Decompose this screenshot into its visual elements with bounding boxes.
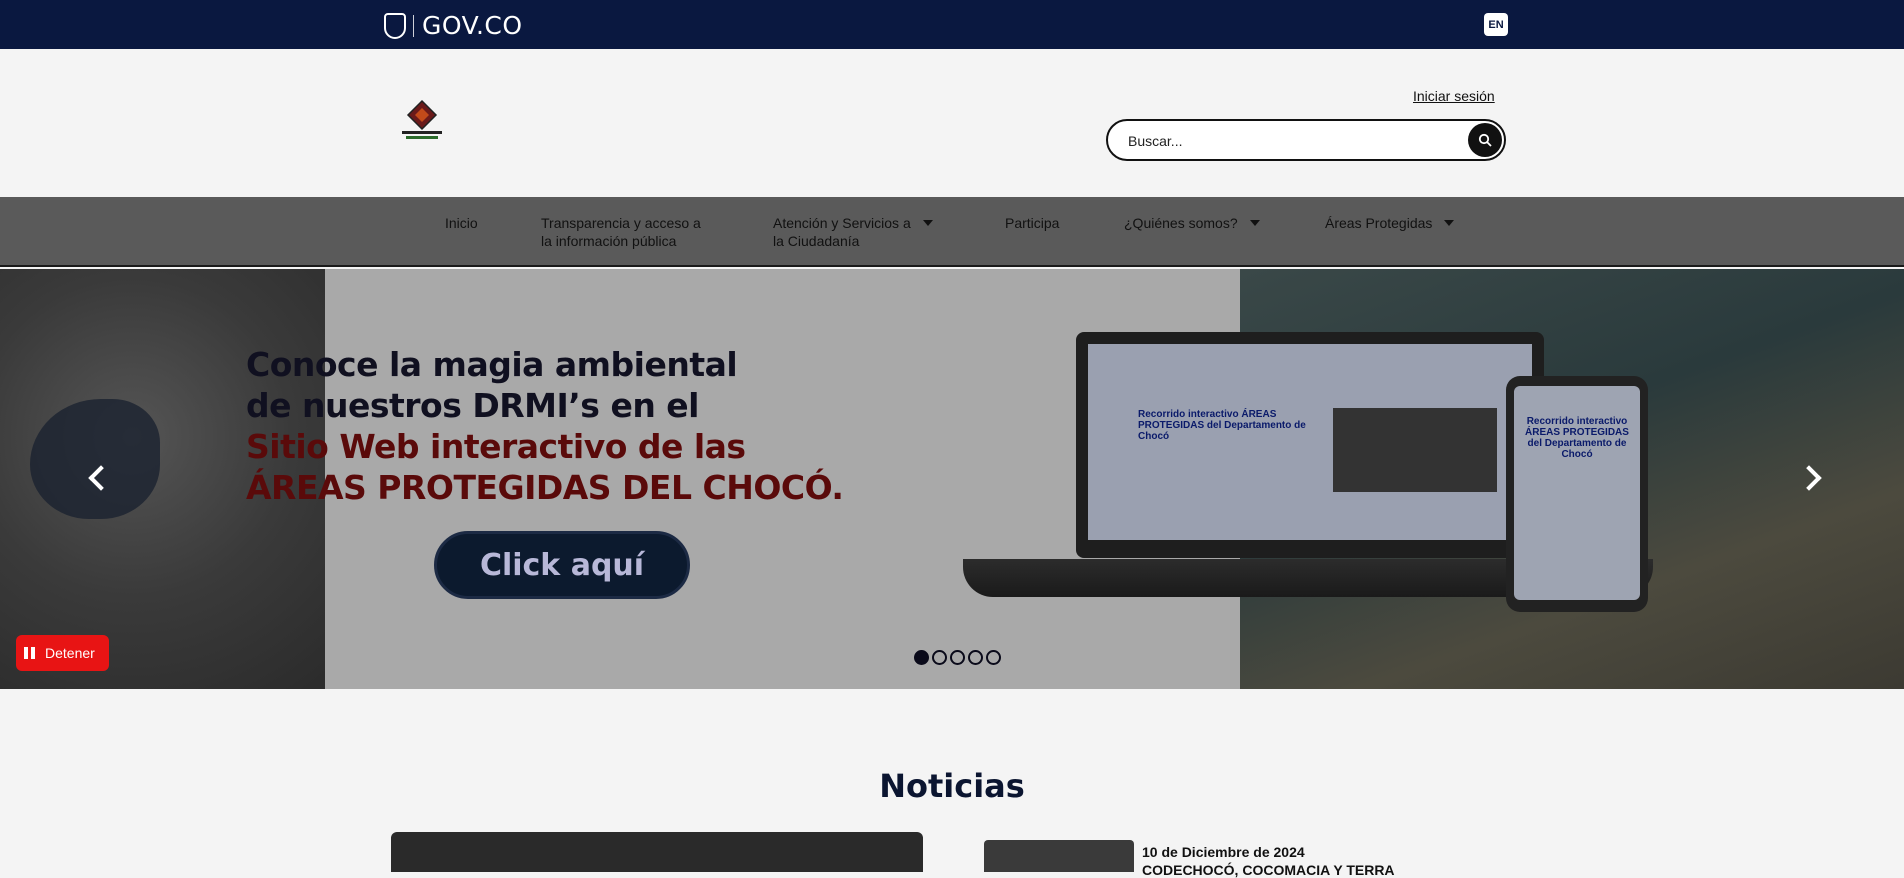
nav-label-line: la Ciudadanía (773, 233, 860, 249)
nav-item-label: ¿Quiénes somos? (1124, 215, 1238, 231)
nav-item-transparencia[interactable]: Transparencia y acceso a la información … (541, 214, 701, 250)
nav-item-inicio[interactable]: Inicio (445, 214, 478, 232)
main-navigation: Inicio Transparencia y acceso a la infor… (0, 197, 1904, 267)
stop-label: Detener (45, 645, 95, 661)
chevron-down-icon (1249, 220, 1260, 226)
language-toggle-button[interactable]: EN (1484, 13, 1508, 36)
nav-item-label: Participa (1005, 215, 1060, 231)
search-input[interactable] (1128, 130, 1448, 152)
carousel-indicators (914, 650, 1001, 665)
nav-item-atencion[interactable]: Atención y Servicios a la Ciudadanía (773, 214, 933, 250)
screen-title: Recorrido interactivo ÁREAS PROTEGIDAS d… (1525, 416, 1629, 460)
nav-label-line: Transparencia y acceso a (541, 215, 701, 231)
headline-line: de nuestros DRMI’s en el (246, 386, 700, 425)
nav-label-line: la información pública (541, 233, 677, 249)
stop-carousel-button[interactable]: Detener (16, 635, 109, 671)
login-link[interactable]: Iniciar sesión (1413, 88, 1495, 104)
divider (413, 14, 414, 37)
nav-item-areas-protegidas[interactable]: Áreas Protegidas (1325, 214, 1455, 232)
video-thumbnail (1333, 408, 1497, 492)
nav-item-label: Áreas Protegidas (1325, 215, 1433, 231)
search-box (1106, 119, 1506, 161)
hero-carousel: Conoce la magia ambiental de nuestros DR… (0, 269, 1904, 689)
gov-bar: GOV.CO EN (0, 0, 1904, 49)
nav-item-label: Inicio (445, 215, 478, 231)
banner-headline: Conoce la magia ambiental de nuestros DR… (246, 344, 844, 508)
search-icon (1478, 133, 1492, 147)
codechoco-logo[interactable] (400, 99, 444, 141)
news-thumbnail[interactable] (984, 840, 1134, 872)
nav-item-label: Transparencia y acceso a la información … (541, 214, 701, 250)
pause-icon (24, 647, 35, 659)
carousel-dot[interactable] (950, 650, 965, 665)
site-header: Iniciar sesión (0, 49, 1904, 197)
laptop-screen: Recorrido interactivo ÁREAS PROTEGIDAS d… (1088, 344, 1532, 540)
hummingbird-shape (30, 399, 160, 519)
nav-item-quienes-somos[interactable]: ¿Quiénes somos? (1124, 214, 1260, 232)
colombia-seal-icon (384, 12, 406, 39)
news-section-title: Noticias (879, 767, 1025, 805)
carousel-dot[interactable] (914, 650, 929, 665)
carousel-dot[interactable] (932, 650, 947, 665)
news-headline[interactable]: CODECHOCÓ, COCOMACIA Y TERRA (1142, 862, 1395, 878)
carousel-dot[interactable] (986, 650, 1001, 665)
chevron-down-icon (1444, 220, 1455, 226)
nav-label-line: Atención y Servicios a (773, 215, 911, 231)
phone-mockup: Recorrido interactivo ÁREAS PROTEGIDAS d… (1506, 376, 1648, 612)
nav-item-participa[interactable]: Participa (1005, 214, 1059, 232)
laptop-mockup: Recorrido interactivo ÁREAS PROTEGIDAS d… (1076, 332, 1544, 558)
featured-news-image[interactable] (391, 832, 923, 872)
headline-line: ÁREAS PROTEGIDAS DEL CHOCÓ. (246, 468, 844, 507)
carousel-dot[interactable] (968, 650, 983, 665)
news-date: 10 de Diciembre de 2024 (1142, 844, 1305, 860)
phone-screen: Recorrido interactivo ÁREAS PROTEGIDAS d… (1514, 386, 1640, 600)
gov-co-logo[interactable]: GOV.CO (384, 11, 523, 40)
chevron-down-icon (922, 220, 933, 226)
screen-title: Recorrido interactivo ÁREAS PROTEGIDAS d… (1138, 409, 1306, 442)
nav-item-label: Atención y Servicios a la Ciudadanía (773, 214, 911, 250)
headline-line: Sitio Web interactivo de las (246, 427, 746, 466)
gov-co-brand: GOV.CO (422, 11, 523, 40)
search-button[interactable] (1468, 123, 1502, 157)
click-here-button[interactable]: Click aquí (434, 531, 690, 599)
headline-line: Conoce la magia ambiental (246, 345, 738, 384)
